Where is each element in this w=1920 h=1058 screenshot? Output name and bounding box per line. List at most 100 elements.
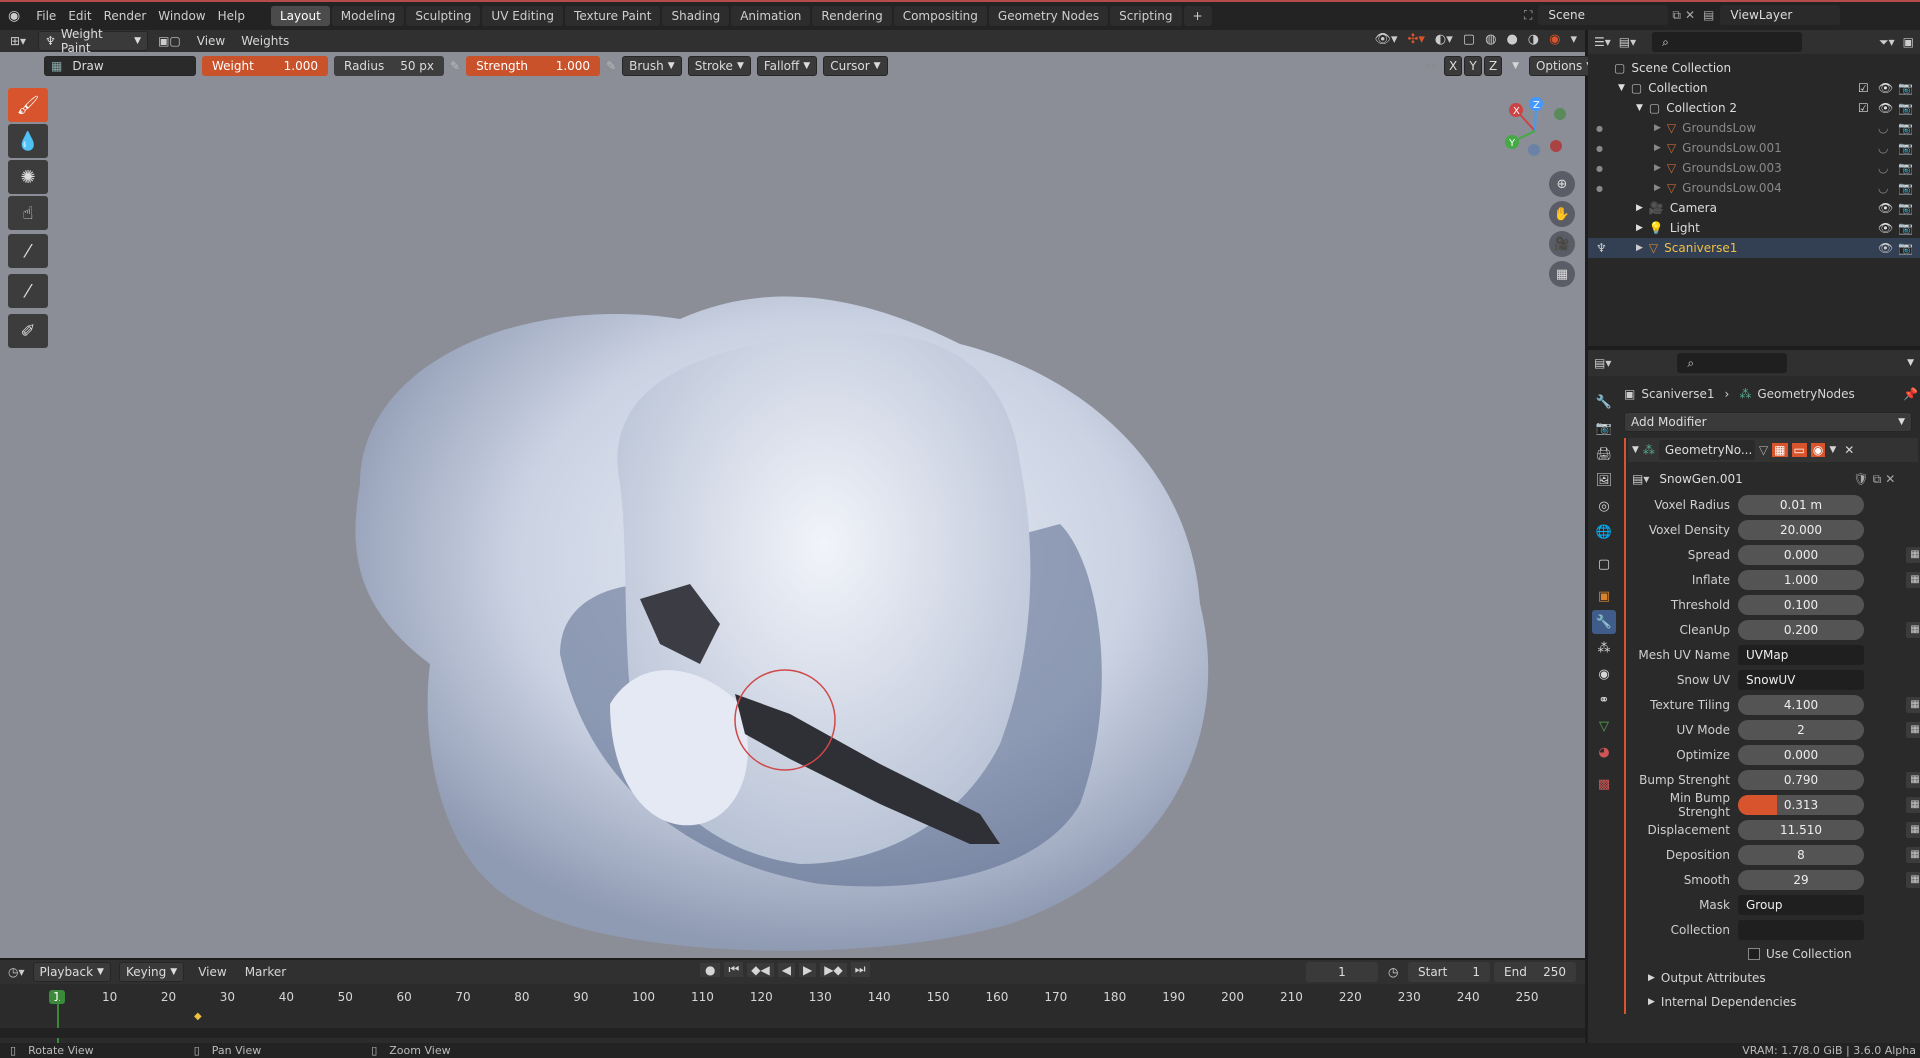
draw-brush-tool[interactable]: 🖌 <box>8 88 48 122</box>
blur-tool[interactable]: 💧 <box>8 124 48 158</box>
mirror-icon[interactable]: ⇿ <box>1426 59 1436 73</box>
attribute-toggle-icon[interactable]: ▦ <box>1906 546 1920 563</box>
menu-edit[interactable]: Edit <box>62 9 97 23</box>
chevron-down-icon[interactable]: ▼ <box>1829 445 1836 455</box>
navigation-gizmo[interactable]: X Z Y <box>1500 96 1570 166</box>
editor-type-icon[interactable]: ⊞▾ <box>10 34 26 48</box>
modifier-name-field[interactable]: GeometryNo... <box>1658 440 1755 460</box>
display-mode-icon[interactable]: ▤▾ <box>1619 35 1636 49</box>
expand-arrow-icon[interactable]: ▶ <box>1636 203 1643 213</box>
view-layer-tab-icon[interactable]: 🖼 <box>1592 468 1616 492</box>
tab-shading[interactable]: Shading <box>662 6 730 26</box>
scene-selector[interactable]: Scene <box>1538 5 1669 25</box>
expand-arrow-icon[interactable]: ▶ <box>1636 243 1643 253</box>
unlink-icon[interactable]: ✕ <box>1885 472 1895 486</box>
end-frame-field[interactable]: End 250 <box>1494 962 1576 982</box>
internal-dependencies-panel[interactable]: ▶ Internal Dependencies <box>1628 990 1918 1014</box>
eye-icon[interactable]: 👁 <box>1878 241 1893 255</box>
viewlayer-icon[interactable]: ▤ <box>1703 8 1714 22</box>
duplicate-icon[interactable]: ⧉ <box>1873 472 1882 487</box>
input-field[interactable]: 2 <box>1738 719 1864 740</box>
record-icon[interactable]: ● <box>700 962 721 977</box>
camera-view-icon[interactable]: 🎥 <box>1549 231 1575 257</box>
editmode-toggle-icon[interactable]: ▽ <box>1759 443 1768 457</box>
camera-render-icon[interactable]: 📷 <box>1898 221 1913 235</box>
input-field[interactable]: UVMap <box>1738 644 1864 665</box>
play-reverse-icon[interactable]: ◀ <box>777 962 795 977</box>
mask-toggle-icon[interactable]: ▣▢ <box>158 34 181 48</box>
keyframe-diamond-icon[interactable]: ◆ <box>194 1011 202 1022</box>
cursor-menu[interactable]: Cursor ▼ <box>823 56 888 76</box>
strength-slider[interactable]: Strength 1.000 <box>466 56 601 76</box>
brush-selector[interactable]: ▦ Draw <box>44 56 196 76</box>
sample-weight-tool[interactable]: ⁄ <box>8 234 48 268</box>
menu-window[interactable]: Window <box>152 9 211 23</box>
attribute-toggle-icon[interactable]: ▦ <box>1906 721 1920 738</box>
pan-hand-icon[interactable]: ✋ <box>1549 201 1575 227</box>
xray-icon[interactable]: ▢ <box>1463 32 1475 47</box>
shading-options-icon[interactable]: ▾ <box>1570 32 1577 47</box>
input-field[interactable]: 0.100 <box>1738 594 1864 615</box>
input-field[interactable]: 0.01 m <box>1738 494 1864 515</box>
close-icon[interactable]: ✕ <box>1844 443 1854 457</box>
menu-render[interactable]: Render <box>98 9 153 23</box>
expand-arrow-icon[interactable]: ▶ <box>1654 183 1661 193</box>
input-field[interactable]: 0.000 <box>1738 544 1864 565</box>
attribute-toggle-icon[interactable]: ▦ <box>1906 696 1920 713</box>
camera-render-icon[interactable]: 📷 <box>1898 121 1913 135</box>
eye-icon[interactable]: 👁 <box>1878 201 1893 215</box>
start-frame-field[interactable]: Start 1 <box>1408 962 1490 982</box>
frame-ruler[interactable]: 1 10 20 30 40 50 60 70 80 90 100 110 120 130 140 150 160… <box>0 988 1585 1008</box>
mode-selector[interactable]: ♆ Weight Paint ▼ <box>38 27 149 55</box>
pin-icon[interactable]: 📌 <box>1903 387 1918 401</box>
zoom-icon[interactable]: ⊕ <box>1549 171 1575 197</box>
input-field[interactable]: 4.100 <box>1738 694 1864 715</box>
timeline-editor-icon[interactable]: ◷▾ <box>8 965 25 979</box>
average-tool[interactable]: ✺ <box>8 160 48 194</box>
expand-arrow-icon[interactable]: ▶ <box>1654 123 1661 133</box>
smear-tool[interactable]: ☝ <box>8 196 48 230</box>
viewlayer-selector[interactable]: ViewLayer <box>1720 5 1841 25</box>
attribute-toggle-icon[interactable]: ▦ <box>1906 821 1920 838</box>
input-field[interactable]: 11.510 <box>1738 819 1864 840</box>
add-modifier-button[interactable]: Add Modifier ▼ <box>1624 412 1912 432</box>
expand-arrow-icon[interactable]: ▶ <box>1654 163 1661 173</box>
input-field[interactable]: 20.000 <box>1738 519 1864 540</box>
marker-menu[interactable]: Marker <box>245 965 286 979</box>
tab-sculpting[interactable]: Sculpting <box>406 6 481 26</box>
visibility-icon[interactable]: 👁▾ <box>1374 32 1397 47</box>
collection-2-row[interactable]: ▼ ▢ Collection 2 ☑ 👁 📷 <box>1588 98 1920 118</box>
tab-layout[interactable]: Layout <box>270 6 330 26</box>
scene-close-icon[interactable]: ✕ <box>1685 8 1695 22</box>
input-field[interactable]: 0.313 <box>1738 794 1864 815</box>
particles-tab-icon[interactable]: ⁂ <box>1592 636 1616 660</box>
eye-closed-icon[interactable]: ◡ <box>1878 141 1888 155</box>
expand-arrow-icon[interactable]: ▶ <box>1636 223 1643 233</box>
checkbox-icon[interactable]: ☑ <box>1858 81 1869 95</box>
use-collection-checkbox[interactable] <box>1748 948 1760 960</box>
current-frame-field[interactable]: 1 <box>1306 962 1378 982</box>
scene-icon[interactable]: ⛶ <box>1524 8 1532 23</box>
physics-tab-icon[interactable]: ◉ <box>1592 662 1616 686</box>
expand-arrow-icon[interactable]: ▼ <box>1636 103 1643 113</box>
attribute-toggle-icon[interactable]: ▦ <box>1906 571 1920 588</box>
tab-rendering[interactable]: Rendering <box>812 6 892 26</box>
shading-material-icon[interactable]: ◑ <box>1528 32 1539 47</box>
input-field[interactable]: 1.000 <box>1738 569 1864 590</box>
outliner-editor-icon[interactable]: ☰▾ <box>1594 35 1611 49</box>
cage-toggle-icon[interactable]: ▦ <box>1772 443 1788 457</box>
eye-closed-icon[interactable]: ◡ <box>1878 161 1888 175</box>
menu-file[interactable]: File <box>30 9 62 23</box>
overlay-icon[interactable]: ◐▾ <box>1435 32 1453 47</box>
jump-end-icon[interactable]: ⏭ <box>850 962 870 977</box>
constraints-tab-icon[interactable]: ⚭ <box>1592 688 1616 712</box>
tool-tab-icon[interactable]: 🔧 <box>1592 390 1616 414</box>
falloff-menu[interactable]: Falloff ▼ <box>756 56 818 76</box>
expand-arrow-icon[interactable]: ▼ <box>1618 83 1625 93</box>
chevron-down-icon[interactable]: ▼ <box>1907 358 1914 368</box>
outliner-item-groundslow-001[interactable]: ● ▶ ▽ GroundsLow.001 ◡ 📷 <box>1588 138 1920 158</box>
outliner-item-light[interactable]: ▶ 💡 Light 👁 📷 <box>1588 218 1920 238</box>
outliner-item-groundslow[interactable]: ● ▶ ▽ GroundsLow ◡ 📷 <box>1588 118 1920 138</box>
shading-wire-icon[interactable]: ◍ <box>1485 32 1496 47</box>
camera-render-icon[interactable]: 📷 <box>1898 101 1913 115</box>
